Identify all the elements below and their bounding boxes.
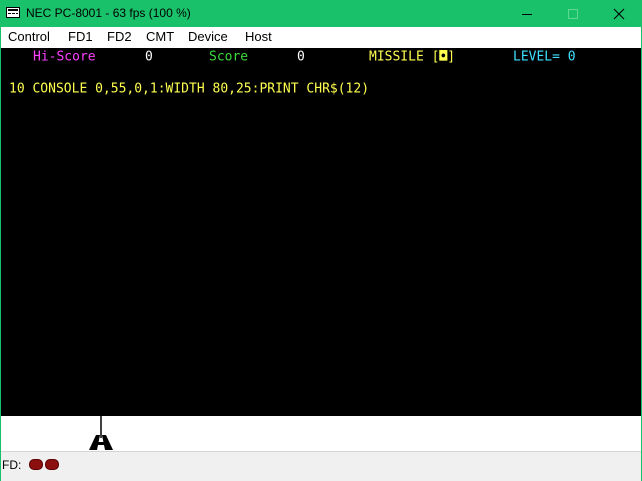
- menu-device[interactable]: Device: [188, 29, 228, 45]
- level-indicator: LEVEL= 0: [513, 49, 576, 65]
- player-ship-icon: [89, 416, 113, 450]
- title-bar[interactable]: NEC PC-8001 - 63 fps (100 %): [0, 0, 642, 27]
- menu-fd2[interactable]: FD2: [107, 29, 132, 45]
- window-title: NEC PC-8001 - 63 fps (100 %): [26, 6, 191, 20]
- score-value: 0: [297, 49, 305, 65]
- menu-host[interactable]: Host: [245, 29, 272, 45]
- fd2-access-led: [45, 459, 59, 470]
- status-bar: FD:: [1, 451, 641, 481]
- menu-control[interactable]: Control: [8, 29, 50, 45]
- close-icon: [613, 8, 625, 20]
- basic-program-line: 10 CONSOLE 0,55,0,1:WIDTH 80,25:PRINT CH…: [9, 81, 370, 97]
- close-button[interactable]: [596, 0, 642, 27]
- score-label: Score: [209, 49, 249, 65]
- hiscore-value: 0: [145, 49, 153, 65]
- menu-cmt[interactable]: CMT: [146, 29, 174, 45]
- maximize-button[interactable]: [550, 0, 596, 27]
- hiscore-label: Hi-Score: [33, 49, 96, 65]
- emulator-window: NEC PC-8001 - 63 fps (100 %) Control FD1…: [0, 0, 642, 481]
- playfield-ground: [1, 416, 641, 451]
- menu-fd1[interactable]: FD1: [68, 29, 93, 45]
- emulator-screen[interactable]: Hi-Score 0 Score 0 MISSILE [◘] LEVEL= 0 …: [1, 48, 641, 416]
- minimize-button[interactable]: [504, 0, 550, 27]
- menu-bar: Control FD1 FD2 CMT Device Host: [1, 27, 641, 48]
- missile-indicator: MISSILE [◘]: [369, 49, 456, 65]
- fd-label: FD:: [2, 458, 22, 472]
- maximize-icon: [568, 9, 578, 19]
- app-icon: [6, 7, 20, 18]
- fd1-access-led: [29, 459, 43, 470]
- minimize-icon: [522, 14, 532, 15]
